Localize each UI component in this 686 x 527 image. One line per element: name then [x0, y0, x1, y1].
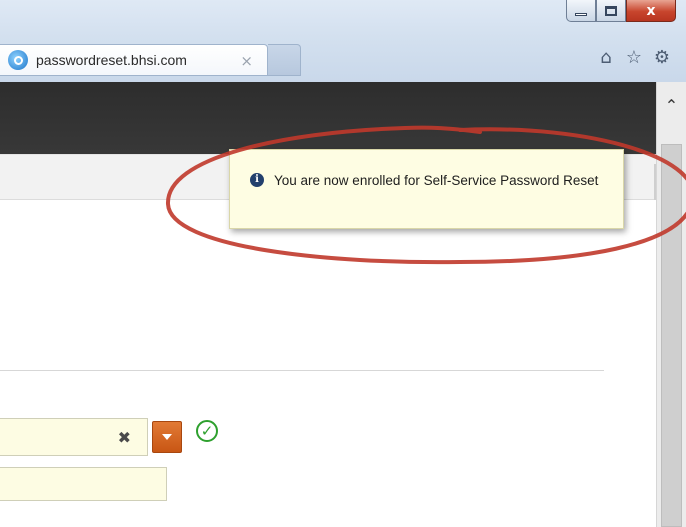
- enrollment-notification: i You are now enrolled for Self-Service …: [229, 149, 624, 229]
- browser-tab[interactable]: passwordreset.bhsi.com ×: [0, 44, 268, 76]
- minimize-button[interactable]: [566, 0, 596, 22]
- maximize-icon: [605, 5, 617, 16]
- tab-close-button[interactable]: ×: [240, 52, 253, 70]
- site-favicon-icon: [8, 50, 28, 70]
- chevron-down-icon: [162, 434, 172, 440]
- favorites-star-icon[interactable]: ☆: [624, 48, 644, 68]
- home-icon[interactable]: ⌂: [596, 48, 616, 68]
- question-select-field[interactable]: ✖: [0, 418, 148, 456]
- browser-window: x passwordreset.bhsi.com × ⌂ ☆ ⚙ ✖ ✓ ⌃ i…: [0, 0, 686, 527]
- maximize-button[interactable]: [596, 0, 626, 22]
- question-select[interactable]: ✖: [0, 418, 186, 456]
- notification-message: You are now enrolled for Self-Service Pa…: [274, 173, 599, 188]
- clear-selection-icon[interactable]: ✖: [118, 428, 131, 447]
- new-tab-button[interactable]: [268, 44, 301, 76]
- section-divider: [0, 370, 604, 371]
- settings-gear-icon[interactable]: ⚙: [652, 48, 672, 68]
- minimize-icon: [575, 12, 587, 16]
- checkmark-circle-icon: ✓: [196, 420, 218, 442]
- window-titlebar: x passwordreset.bhsi.com × ⌂ ☆ ⚙: [0, 0, 686, 82]
- dropdown-toggle-button[interactable]: [152, 421, 182, 453]
- scrollbar-thumb[interactable]: [661, 144, 682, 527]
- page-header-bar: [0, 82, 656, 154]
- close-icon: x: [646, 2, 656, 19]
- browser-toolbar-icons: ⌂ ☆ ⚙: [596, 48, 672, 68]
- close-window-button[interactable]: x: [626, 0, 676, 22]
- window-controls: x: [566, 0, 676, 28]
- tab-title: passwordreset.bhsi.com: [36, 52, 187, 68]
- vertical-scrollbar[interactable]: ⌃: [656, 82, 686, 527]
- answer-input[interactable]: [0, 467, 167, 501]
- scroll-up-arrow-icon[interactable]: ⌃: [657, 92, 686, 118]
